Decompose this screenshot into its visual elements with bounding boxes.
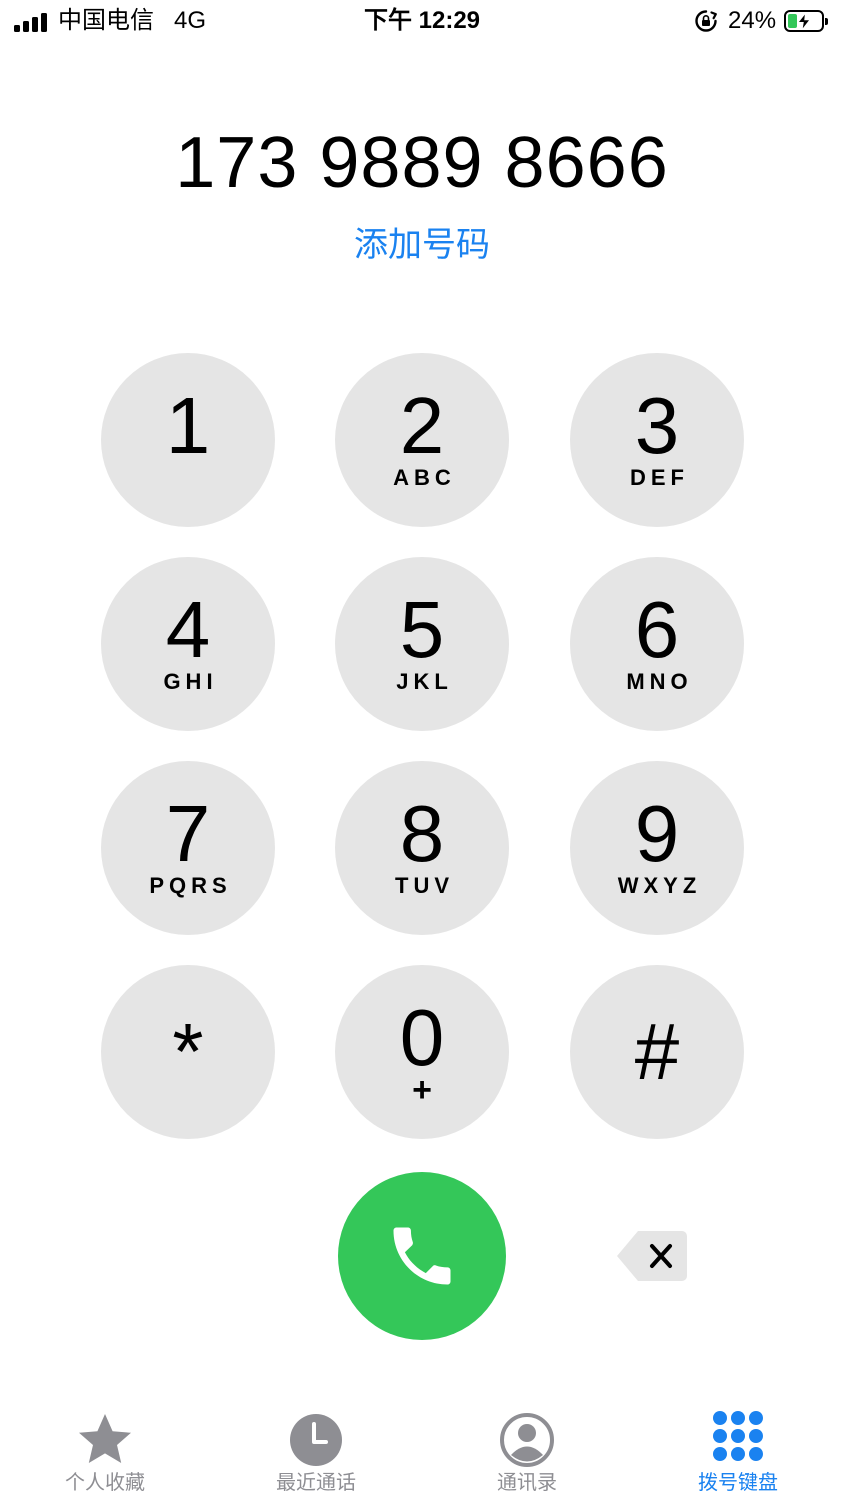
battery-percentage: 24% <box>728 7 777 34</box>
key-digit: 5 <box>399 585 445 674</box>
key-1[interactable]: 1 <box>101 353 275 527</box>
key-9[interactable]: 9 WXYZ <box>570 761 744 935</box>
tab-keypad[interactable]: 拨号键盘 <box>658 1396 818 1500</box>
key-letters: PQRS <box>149 873 232 898</box>
tab-label: 通讯录 <box>497 1472 557 1494</box>
tab-bar: 个人收藏 最近通话 通讯录 拨号键盘 <box>0 1396 844 1500</box>
key-5[interactable]: 5 JKL <box>335 557 509 731</box>
key-3[interactable]: 3 DEF <box>570 353 744 527</box>
key-2[interactable]: 2 ABC <box>335 353 509 527</box>
key-letters: DEF <box>630 465 689 490</box>
key-digit: 9 <box>634 789 680 878</box>
key-letters: ABC <box>393 465 456 490</box>
key-digit: 0 <box>399 993 445 1082</box>
key-letters: GHI <box>163 669 218 694</box>
key-letters: WXYZ <box>617 873 702 898</box>
tab-label: 最近通话 <box>276 1472 356 1494</box>
key-digit: # <box>634 1007 680 1096</box>
clock-icon <box>290 1414 342 1466</box>
key-digit: 7 <box>165 789 211 878</box>
key-hash[interactable]: # <box>570 965 744 1139</box>
key-digit: 4 <box>165 585 211 674</box>
key-7[interactable]: 7 PQRS <box>101 761 275 935</box>
key-8[interactable]: 8 TUV <box>335 761 509 935</box>
tab-favorites[interactable]: 个人收藏 <box>25 1396 185 1500</box>
add-number-link[interactable]: 添加号码 <box>0 222 844 268</box>
key-letters: MNO <box>626 669 693 694</box>
key-digit: 8 <box>399 789 445 878</box>
key-digit: * <box>172 1007 204 1096</box>
key-digit: 6 <box>634 585 680 674</box>
key-0[interactable]: 0 + <box>335 965 509 1139</box>
tab-recents[interactable]: 最近通话 <box>236 1396 396 1500</box>
phone-icon <box>393 1227 451 1285</box>
key-4[interactable]: 4 GHI <box>101 557 275 731</box>
tab-contacts[interactable]: 通讯录 <box>447 1396 607 1500</box>
rotation-lock-icon <box>695 10 717 32</box>
tab-label: 拨号键盘 <box>698 1472 778 1494</box>
star-icon <box>79 1414 131 1463</box>
call-button[interactable] <box>338 1172 506 1340</box>
charging-bolt-icon <box>797 13 811 30</box>
key-6[interactable]: 6 MNO <box>570 557 744 731</box>
keypad-icon <box>713 1411 763 1461</box>
tab-label: 个人收藏 <box>65 1472 145 1494</box>
key-letters: JKL <box>396 669 453 694</box>
key-star[interactable]: * <box>101 965 275 1139</box>
status-bar: 中国电信 4G 下午 12:29 24% <box>0 0 844 44</box>
dialed-number: 173 9889 8666 <box>175 123 669 203</box>
key-plus: + <box>412 1071 432 1109</box>
battery-icon <box>784 10 828 32</box>
backspace-icon[interactable] <box>616 1230 688 1282</box>
key-digit: 1 <box>165 381 211 470</box>
key-letters: TUV <box>395 873 454 898</box>
key-digit: 3 <box>634 381 680 470</box>
key-digit: 2 <box>399 381 445 470</box>
contact-icon <box>500 1413 554 1467</box>
